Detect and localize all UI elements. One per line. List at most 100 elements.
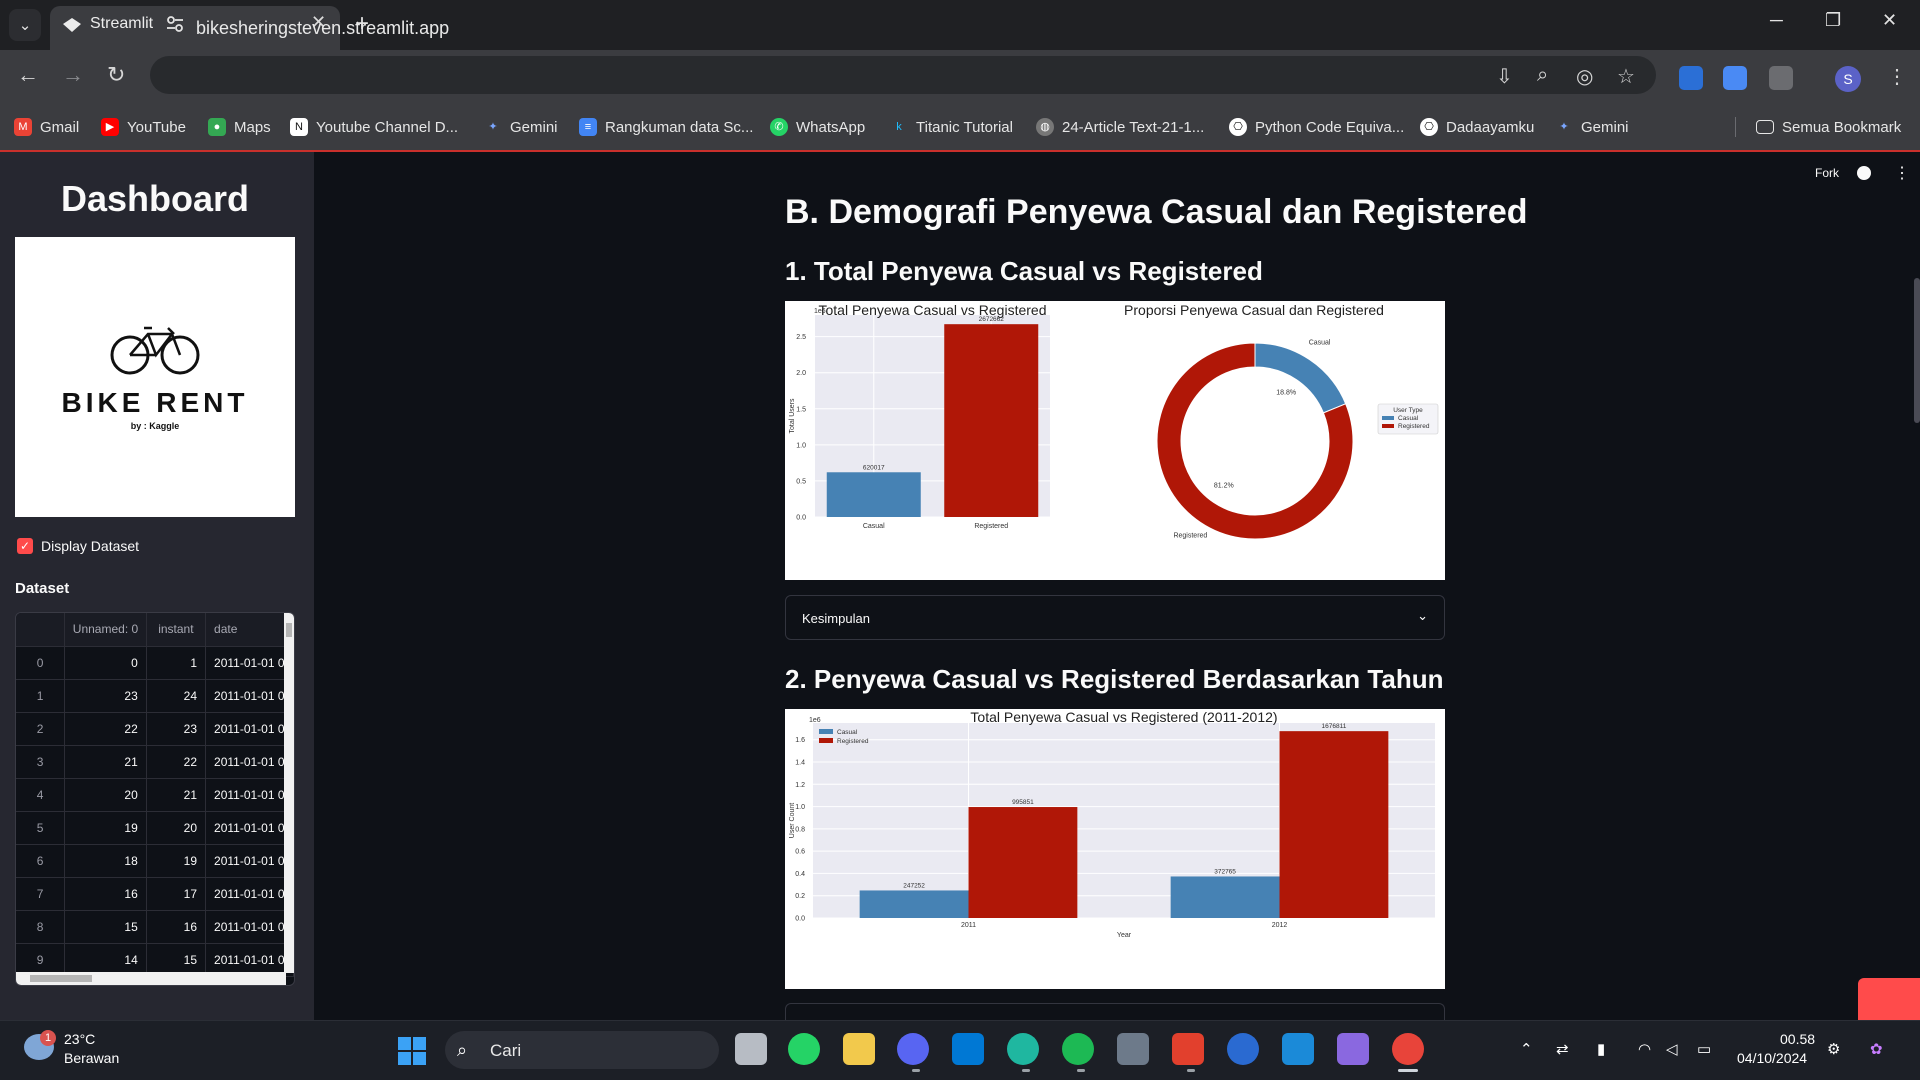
bookmark-gemini-2[interactable]: ✦ Gemini [1555, 117, 1628, 137]
bookmark-titanic[interactable]: k Titanic Tutorial [890, 117, 1013, 137]
restore-button[interactable]: ❐ [1825, 10, 1841, 31]
settings-icon[interactable]: ⇄ [1556, 1040, 1569, 1058]
column-header[interactable] [16, 613, 66, 647]
tray-chevron-icon[interactable]: ⌃ [1520, 1040, 1533, 1058]
table-cell[interactable]: 2011-01-01 00 [205, 877, 294, 911]
fork-button[interactable]: Fork [1815, 166, 1839, 180]
extensions-puzzle-icon[interactable] [1769, 66, 1793, 90]
taskbar-search[interactable] [445, 1031, 719, 1069]
table-cell[interactable]: 20 [146, 811, 207, 845]
all-bookmarks-folder[interactable]: Semua Bookmark [1756, 117, 1901, 137]
bookmark-python-code[interactable]: ⎔ Python Code Equiva... [1229, 117, 1404, 137]
table-cell[interactable]: 22 [64, 712, 147, 746]
bookmark-rangkuman[interactable]: ≡ Rangkuman data Sc... [579, 117, 753, 137]
copilot-icon[interactable]: ✿ [1870, 1040, 1883, 1058]
chrome-icon[interactable] [1392, 1033, 1424, 1065]
table-cell[interactable]: 19 [146, 844, 207, 878]
wifi-icon[interactable]: ◠ [1638, 1040, 1651, 1058]
table-row[interactable]: 6 18 19 2011-01-01 00 [16, 844, 294, 878]
table-cell[interactable]: 23 [64, 679, 147, 713]
calculator-icon[interactable] [1117, 1033, 1149, 1065]
chrome-menu-icon[interactable]: ⋮ [1887, 64, 1907, 89]
table-row[interactable]: 7 16 17 2011-01-01 00 [16, 877, 294, 911]
vscode-icon[interactable] [952, 1033, 984, 1065]
notepad-icon[interactable] [1282, 1033, 1314, 1065]
forward-button[interactable]: → [62, 62, 84, 88]
close-window-button[interactable]: ✕ [1882, 10, 1897, 31]
row-index[interactable]: 0 [16, 646, 66, 680]
main-menu-icon[interactable]: ⋮ [1894, 163, 1910, 183]
column-header[interactable]: Unnamed: 0 [64, 613, 147, 647]
row-index[interactable]: 7 [16, 877, 66, 911]
table-cell[interactable]: 20 [64, 778, 147, 812]
app-icon[interactable] [1227, 1033, 1259, 1065]
whatsapp-icon[interactable] [788, 1033, 820, 1065]
spotify-icon[interactable] [1062, 1033, 1094, 1065]
table-row[interactable]: 3 21 22 2011-01-01 00 [16, 745, 294, 779]
table-cell[interactable]: 17 [146, 877, 207, 911]
table-cell[interactable]: 2011-01-01 00 [205, 712, 294, 746]
bookmark-maps[interactable]: ● Maps [208, 117, 271, 137]
discord-icon[interactable] [897, 1033, 929, 1065]
table-cell[interactable]: 2011-01-01 00 [205, 811, 294, 845]
table-cell[interactable]: 24 [146, 679, 207, 713]
windows-start-icon[interactable] [397, 1036, 427, 1066]
display-dataset-label[interactable]: Display Dataset [41, 538, 139, 554]
profile-avatar[interactable]: S [1835, 66, 1861, 92]
row-index[interactable]: 8 [16, 910, 66, 944]
bookmark-gmail[interactable]: M Gmail [14, 117, 79, 137]
table-cell[interactable]: 21 [146, 778, 207, 812]
streamlit-badge[interactable] [1858, 978, 1920, 1020]
clock-date[interactable]: 04/10/2024 [1737, 1050, 1807, 1066]
bookmark-gemini[interactable]: ✦ Gemini [484, 117, 557, 137]
table-cell[interactable]: 0 [64, 646, 147, 680]
table-row[interactable]: 1 23 24 2011-01-01 00 [16, 679, 294, 713]
dataset-table[interactable]: Unnamed: 0 instant date 0 0 1 2011-01-01 00… [15, 612, 295, 986]
weather-description[interactable]: Berawan [64, 1050, 119, 1066]
table-cell[interactable]: 16 [64, 877, 147, 911]
bookmark-article[interactable]: ◍ 24-Article Text-21-1... [1036, 117, 1204, 137]
reload-button[interactable]: ↻ [107, 62, 125, 88]
extension-icon[interactable] [1679, 66, 1703, 90]
table-vertical-scrollbar[interactable] [284, 613, 294, 973]
table-cell[interactable]: 2011-01-01 00 [205, 910, 294, 944]
address-bar[interactable] [150, 56, 1656, 94]
bookmark-whatsapp[interactable]: ✆ WhatsApp [770, 117, 865, 137]
translate-icon[interactable] [1723, 66, 1747, 90]
bookmark-star-icon[interactable]: ☆ [1617, 64, 1635, 89]
table-cell[interactable]: 22 [146, 745, 207, 779]
zoom-icon[interactable]: ⌕ [1537, 64, 1548, 87]
install-app-icon[interactable]: ⇩ [1496, 64, 1513, 89]
clock-time[interactable]: 00.58 [1780, 1031, 1815, 1047]
page-scrollbar[interactable] [1914, 278, 1920, 423]
scrollbar-thumb[interactable] [286, 623, 292, 637]
photos-icon[interactable] [1337, 1033, 1369, 1065]
edge-icon[interactable] [1007, 1033, 1039, 1065]
wps-office-icon[interactable] [1172, 1033, 1204, 1065]
tracking-protection-icon[interactable]: ◎ [1576, 64, 1593, 89]
table-cell[interactable]: 19 [64, 811, 147, 845]
notification-icon[interactable]: ⚙ [1827, 1040, 1840, 1058]
scrollbar-thumb[interactable] [30, 975, 92, 982]
site-settings-icon[interactable] [166, 15, 184, 33]
table-cell[interactable]: 21 [64, 745, 147, 779]
table-row[interactable]: 2 22 23 2011-01-01 00 [16, 712, 294, 746]
display-dataset-checkbox[interactable]: ✓ [17, 538, 33, 554]
table-cell[interactable]: 1 [146, 646, 207, 680]
table-cell[interactable]: 16 [146, 910, 207, 944]
row-index[interactable]: 5 [16, 811, 66, 845]
temperature[interactable]: 23°C [64, 1031, 95, 1047]
table-cell[interactable]: 23 [146, 712, 207, 746]
row-index[interactable]: 1 [16, 679, 66, 713]
column-header[interactable]: date [205, 613, 294, 647]
minimize-button[interactable]: ─ [1770, 10, 1783, 31]
row-index[interactable]: 6 [16, 844, 66, 878]
network-icon[interactable]: ▮ [1597, 1040, 1605, 1058]
table-horizontal-scrollbar[interactable] [16, 972, 286, 985]
table-cell[interactable]: 2011-01-01 00 [205, 745, 294, 779]
table-cell[interactable]: 2011-01-01 00 [205, 646, 294, 680]
github-icon[interactable] [1857, 166, 1871, 180]
table-row[interactable]: 4 20 21 2011-01-01 00 [16, 778, 294, 812]
battery-icon[interactable]: ▭ [1697, 1040, 1711, 1058]
bookmark-dadaayamku[interactable]: ⎔ Dadaayamku [1420, 117, 1534, 137]
